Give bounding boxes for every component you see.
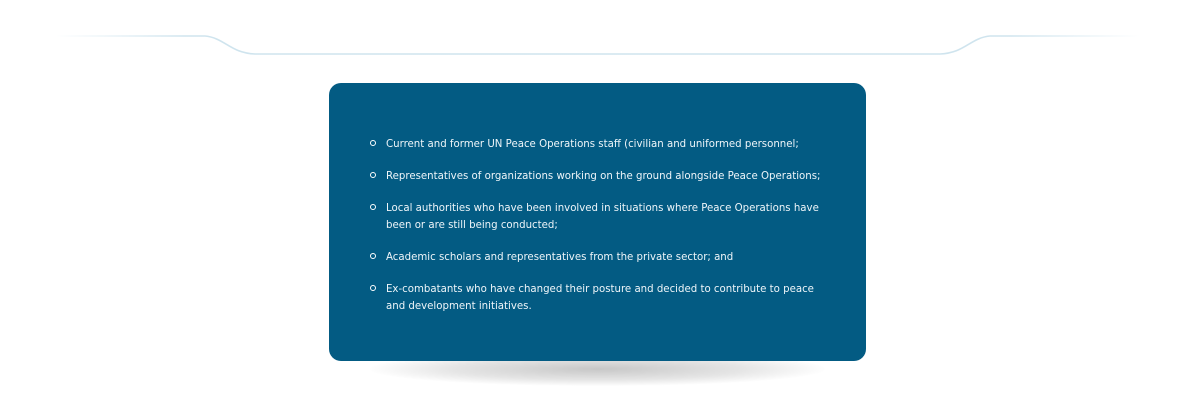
- bullet-icon: [370, 253, 376, 259]
- list-item: Ex-combatants who have changed their pos…: [369, 281, 836, 315]
- list-item-text: Academic scholars and representatives fr…: [386, 252, 734, 263]
- bullet-icon: [370, 172, 376, 178]
- page: Current and former UN Peace Operations s…: [0, 0, 1195, 419]
- bullet-icon: [370, 140, 376, 146]
- list-item-text: Local authorities who have been involved…: [386, 203, 819, 231]
- participant-list: Current and former UN Peace Operations s…: [369, 136, 836, 315]
- list-item-text: Representatives of organizations working…: [386, 171, 821, 182]
- info-card: Current and former UN Peace Operations s…: [329, 83, 866, 361]
- list-item-text: Ex-combatants who have changed their pos…: [386, 284, 814, 312]
- list-item: Local authorities who have been involved…: [369, 200, 836, 234]
- list-item-text: Current and former UN Peace Operations s…: [386, 139, 799, 150]
- list-item: Academic scholars and representatives fr…: [369, 249, 836, 266]
- list-item: Current and former UN Peace Operations s…: [369, 136, 836, 153]
- bullet-icon: [370, 204, 376, 210]
- bullet-icon: [370, 285, 376, 291]
- top-divider-decoration: [55, 35, 1140, 55]
- list-item: Representatives of organizations working…: [369, 168, 836, 185]
